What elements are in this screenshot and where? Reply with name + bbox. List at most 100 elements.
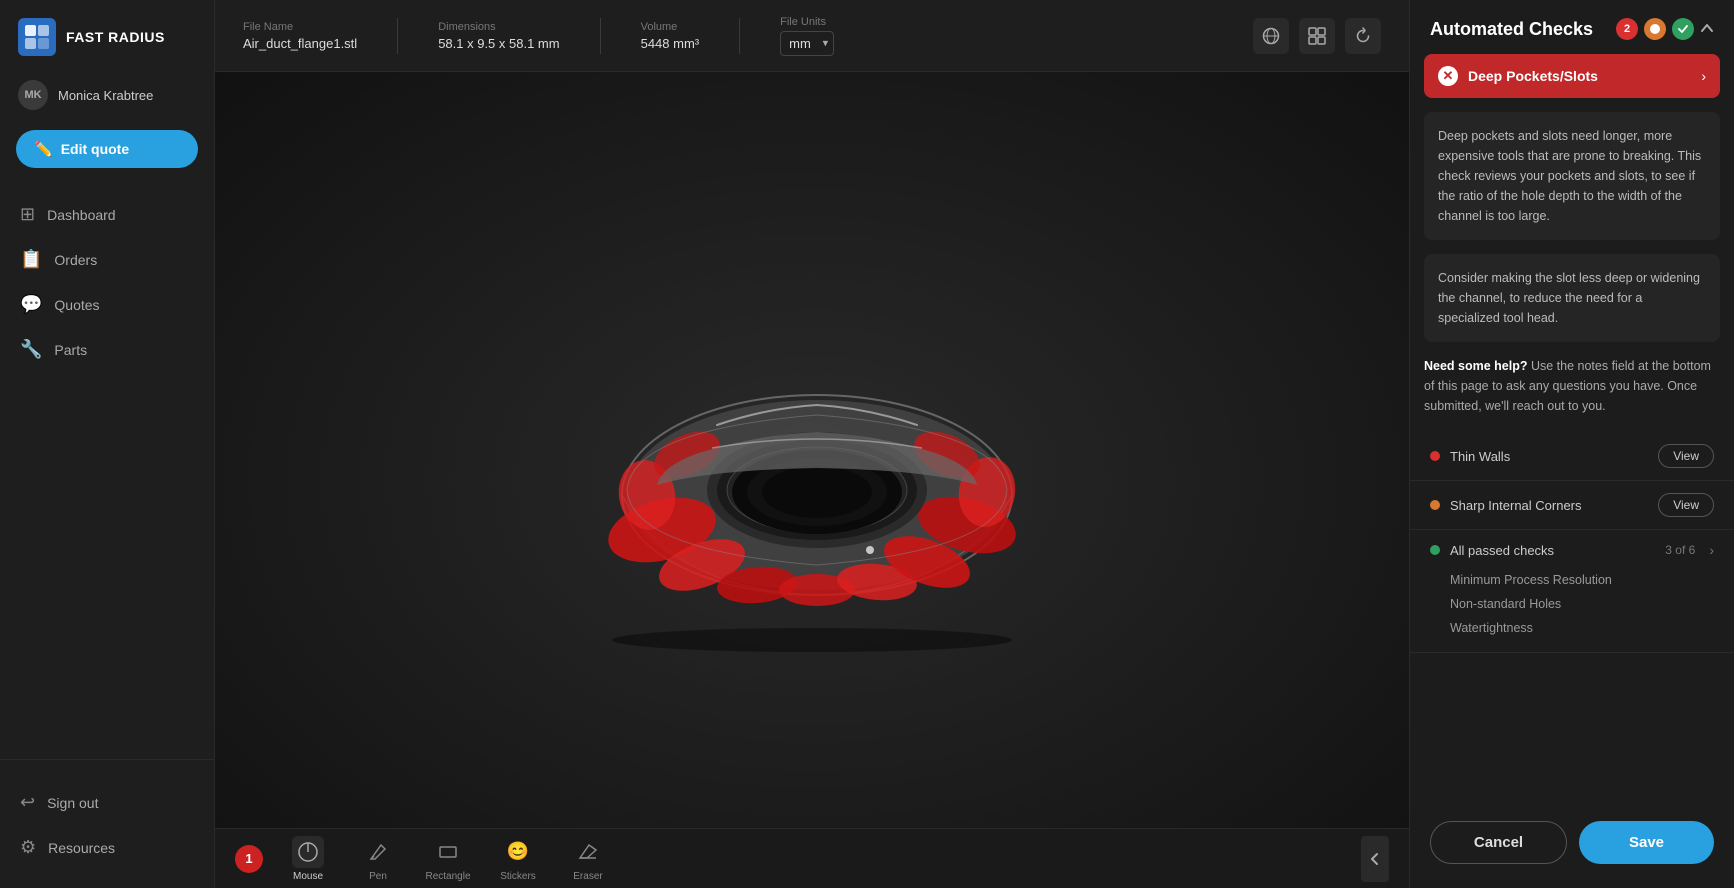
- help-box: Need some help? Use the notes field at t…: [1424, 356, 1720, 416]
- file-name-label: File Name: [243, 21, 357, 33]
- thin-walls-view-button[interactable]: View: [1658, 444, 1714, 468]
- sharp-corners-label: Sharp Internal Corners: [1450, 498, 1648, 513]
- sidebar-bottom: ↩ Sign out ⚙ Resources: [0, 759, 214, 870]
- error-circle-icon: ✕: [1438, 66, 1458, 86]
- passed-status-dot: [1430, 545, 1440, 555]
- tool-eraser[interactable]: Eraser: [563, 836, 613, 882]
- eraser-icon-wrap: [572, 836, 604, 868]
- rectangle-icon-wrap: [432, 836, 464, 868]
- recording-area: 1: [235, 845, 263, 873]
- model-viewport[interactable]: 1 Mouse Pen: [215, 72, 1409, 888]
- pencil-icon: ✏️: [34, 140, 53, 158]
- sharp-corners-status-dot: [1430, 500, 1440, 510]
- rectangle-icon: [437, 841, 459, 863]
- panel-footer: Cancel Save: [1410, 801, 1734, 888]
- sphere-view-button[interactable]: [1253, 18, 1289, 54]
- stickers-icon: 😊: [507, 841, 529, 862]
- thin-walls-item: Thin Walls View: [1410, 432, 1734, 481]
- parts-icon: 🔧: [20, 339, 42, 360]
- description-text: Deep pockets and slots need longer, more…: [1438, 126, 1706, 226]
- save-button[interactable]: Save: [1579, 821, 1714, 864]
- mouse-icon-wrap: [292, 836, 324, 868]
- sidebar-item-orders[interactable]: 📋 Orders: [0, 237, 214, 282]
- drawing-toolbar: 1 Mouse Pen: [215, 828, 1409, 888]
- mouse-label: Mouse: [293, 871, 323, 882]
- sidebar-item-resources[interactable]: ⚙ Resources: [0, 825, 214, 870]
- units-wrapper[interactable]: mm in cm: [780, 31, 834, 56]
- panel-collapse-button[interactable]: [1700, 19, 1714, 40]
- help-text: Need some help? Use the notes field at t…: [1424, 356, 1720, 416]
- mouse-icon: [297, 841, 319, 863]
- logo-area: FAST RADIUS: [0, 18, 214, 80]
- logo-icon: [18, 18, 56, 56]
- dashboard-icon: ⊞: [20, 204, 35, 225]
- orange-badge-icon: [1649, 23, 1661, 35]
- reset-view-button[interactable]: [1345, 18, 1381, 54]
- grid-view-button[interactable]: [1299, 18, 1335, 54]
- description-box: Deep pockets and slots need longer, more…: [1424, 112, 1720, 240]
- avatar: MK: [18, 80, 48, 110]
- sidebar-item-signout[interactable]: ↩ Sign out: [0, 780, 214, 825]
- passed-item-0: Minimum Process Resolution: [1450, 568, 1714, 592]
- volume-label: Volume: [641, 21, 700, 33]
- tool-stickers[interactable]: 😊 Stickers: [493, 836, 543, 882]
- tool-mouse[interactable]: Mouse: [283, 836, 333, 882]
- sidebar-item-parts[interactable]: 🔧 Parts: [0, 327, 214, 372]
- chevron-up-icon: [1700, 21, 1714, 35]
- pen-label: Pen: [369, 871, 387, 882]
- model-svg: [572, 300, 1052, 660]
- file-name-value: Air_duct_flange1.stl: [243, 36, 357, 51]
- cancel-button[interactable]: Cancel: [1430, 821, 1567, 864]
- panel-header: Automated Checks 2: [1410, 0, 1734, 54]
- user-area: MK Monica Krabtree: [0, 80, 214, 130]
- grid-icon: [1308, 27, 1326, 45]
- file-units-select[interactable]: mm in cm: [780, 31, 834, 56]
- passed-checks-header[interactable]: All passed checks 3 of 6 ›: [1430, 542, 1714, 558]
- pen-icon-wrap: [362, 836, 394, 868]
- thin-walls-status-dot: [1430, 451, 1440, 461]
- suggestion-text: Consider making the slot less deep or wi…: [1438, 268, 1706, 328]
- panel-title: Automated Checks: [1430, 19, 1593, 40]
- passed-count: 3 of 6: [1665, 543, 1695, 557]
- nav-items: ⊞ Dashboard 📋 Orders 💬 Quotes 🔧 Parts: [0, 192, 214, 759]
- orders-icon: 📋: [20, 249, 42, 270]
- collapse-panel-button[interactable]: [1361, 836, 1389, 882]
- panel-badges: 2: [1616, 18, 1714, 40]
- thin-walls-label: Thin Walls: [1450, 449, 1648, 464]
- file-units-label: File Units: [780, 16, 834, 28]
- pen-icon: [367, 841, 389, 863]
- dimensions-label: Dimensions: [438, 21, 559, 33]
- signout-icon: ↩: [20, 792, 35, 813]
- badge-green: [1672, 18, 1694, 40]
- passed-label: All passed checks: [1450, 543, 1655, 558]
- reset-icon: [1354, 27, 1372, 45]
- divider: [397, 18, 398, 54]
- divider2: [600, 18, 601, 54]
- 3d-model: [572, 300, 1052, 660]
- app-name: FAST RADIUS: [66, 29, 165, 45]
- file-name-group: File Name Air_duct_flange1.stl: [243, 21, 357, 51]
- dimensions-value: 58.1 x 9.5 x 58.1 mm: [438, 36, 559, 51]
- sphere-icon: [1262, 27, 1280, 45]
- sidebar-item-quotes[interactable]: 💬 Quotes: [0, 282, 214, 327]
- main-area: File Name Air_duct_flange1.stl Dimension…: [215, 0, 1409, 888]
- edit-quote-button[interactable]: ✏️ Edit quote: [16, 130, 198, 168]
- rectangle-label: Rectangle: [425, 871, 470, 882]
- stickers-label: Stickers: [500, 871, 536, 882]
- passed-item-2: Watertightness: [1450, 616, 1714, 640]
- resources-icon: ⚙: [20, 837, 36, 858]
- green-badge-icon: [1677, 23, 1689, 35]
- card-chevron-icon: ›: [1701, 68, 1706, 84]
- toolbar-right: [1253, 18, 1381, 54]
- deep-pockets-card[interactable]: ✕ Deep Pockets/Slots ›: [1424, 54, 1720, 98]
- sharp-corners-item: Sharp Internal Corners View: [1410, 481, 1734, 530]
- tool-rectangle[interactable]: Rectangle: [423, 836, 473, 882]
- tool-pen[interactable]: Pen: [353, 836, 403, 882]
- volume-value: 5448 mm³: [641, 36, 700, 51]
- sidebar-item-dashboard[interactable]: ⊞ Dashboard: [0, 192, 214, 237]
- user-name: Monica Krabtree: [58, 88, 153, 103]
- sharp-corners-view-button[interactable]: View: [1658, 493, 1714, 517]
- right-panel: Automated Checks 2 ✕ Deep Pockets/Slo: [1409, 0, 1734, 888]
- collapse-icon: [1368, 852, 1382, 866]
- suggestion-box: Consider making the slot less deep or wi…: [1424, 254, 1720, 342]
